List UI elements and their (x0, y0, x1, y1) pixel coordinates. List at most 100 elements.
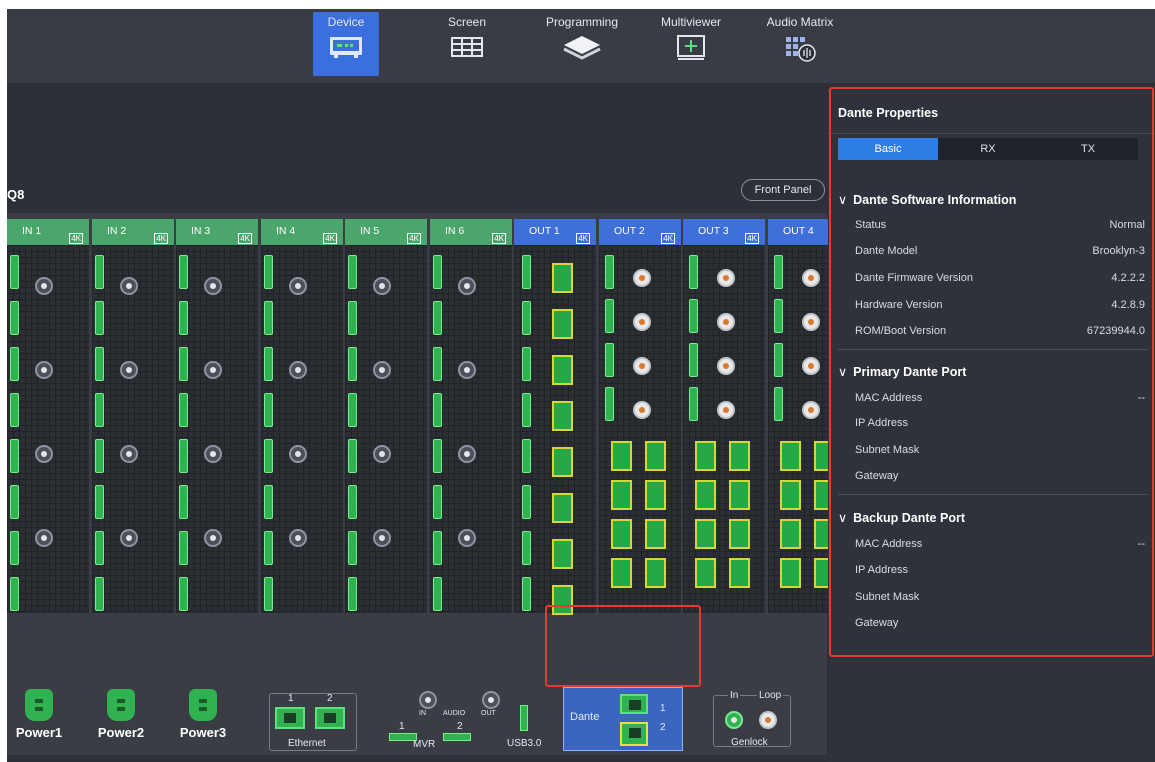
dante-module[interactable]: Dante 1 2 (563, 687, 683, 751)
hdmi-output-port[interactable] (729, 519, 750, 549)
hdmi-output-port[interactable] (552, 355, 573, 385)
card-header[interactable]: IN 1 4K (7, 219, 89, 245)
ethernet-port-1[interactable] (275, 707, 305, 729)
card-header[interactable]: IN 4 4K (261, 219, 343, 245)
card-header[interactable]: OUT 3 4K (683, 219, 765, 245)
hdmi-output-port[interactable] (645, 441, 666, 471)
hdmi-input-port[interactable] (179, 301, 188, 335)
hdmi-output-port[interactable] (729, 558, 750, 588)
hdmi-input-port[interactable] (10, 301, 19, 335)
hdmi-input-port[interactable] (10, 531, 19, 565)
hdmi-output-port[interactable] (522, 347, 531, 381)
hdmi-output-port[interactable] (695, 558, 716, 588)
hdmi-output-port[interactable] (605, 255, 614, 289)
hdmi-output-port[interactable] (645, 480, 666, 510)
hdmi-output-port[interactable] (522, 255, 531, 289)
hdmi-input-port[interactable] (348, 393, 357, 427)
ethernet-port-2[interactable] (315, 707, 345, 729)
hdmi-output-port[interactable] (780, 558, 801, 588)
hdmi-output-port[interactable] (774, 387, 783, 421)
sdi-input-port[interactable] (373, 529, 391, 547)
dante-port-2[interactable] (620, 722, 648, 746)
hdmi-input-port[interactable] (179, 347, 188, 381)
hdmi-output-port[interactable] (552, 493, 573, 523)
audio-out-port[interactable] (482, 691, 500, 709)
hdmi-input-port[interactable] (264, 577, 273, 611)
sdi-output-port[interactable] (717, 357, 735, 375)
hdmi-input-port[interactable] (179, 393, 188, 427)
hdmi-input-port[interactable] (179, 485, 188, 519)
hdmi-input-port[interactable] (264, 255, 273, 289)
hdmi-input-port[interactable] (95, 393, 104, 427)
hdmi-input-port[interactable] (264, 531, 273, 565)
hdmi-input-port[interactable] (10, 347, 19, 381)
sdi-input-port[interactable] (458, 445, 476, 463)
sdi-output-port[interactable] (802, 269, 820, 287)
hdmi-output-port[interactable] (780, 441, 801, 471)
hdmi-input-port[interactable] (348, 347, 357, 381)
hdmi-input-port[interactable] (179, 577, 188, 611)
sdi-input-port[interactable] (35, 445, 53, 463)
hdmi-output-port[interactable] (729, 441, 750, 471)
sdi-input-port[interactable] (120, 277, 138, 295)
sdi-input-port[interactable] (35, 529, 53, 547)
input-card-4[interactable]: IN 4 4K (261, 219, 343, 613)
output-card-2[interactable]: OUT 2 4K (599, 219, 681, 613)
card-header[interactable]: IN 2 4K (92, 219, 174, 245)
sdi-output-port[interactable] (633, 357, 651, 375)
hdmi-input-port[interactable] (95, 577, 104, 611)
sdi-input-port[interactable] (458, 277, 476, 295)
sdi-input-port[interactable] (204, 361, 222, 379)
hdmi-output-port[interactable] (522, 393, 531, 427)
hdmi-output-port[interactable] (611, 558, 632, 588)
hdmi-input-port[interactable] (264, 301, 273, 335)
hdmi-output-port[interactable] (780, 480, 801, 510)
hdmi-input-port[interactable] (348, 301, 357, 335)
sdi-input-port[interactable] (289, 277, 307, 295)
hdmi-output-port[interactable] (552, 309, 573, 339)
hdmi-output-port[interactable] (611, 519, 632, 549)
tab-device[interactable]: Device (313, 12, 379, 76)
sdi-input-port[interactable] (289, 445, 307, 463)
sdi-output-port[interactable] (717, 269, 735, 287)
hdmi-output-port[interactable] (645, 558, 666, 588)
genlock-in-port[interactable] (725, 711, 743, 729)
sdi-output-port[interactable] (717, 401, 735, 419)
hdmi-output-port[interactable] (695, 441, 716, 471)
sdi-input-port[interactable] (120, 445, 138, 463)
hdmi-input-port[interactable] (264, 347, 273, 381)
sdi-output-port[interactable] (802, 357, 820, 375)
card-header[interactable]: IN 3 4K (176, 219, 258, 245)
hdmi-input-port[interactable] (10, 255, 19, 289)
hdmi-input-port[interactable] (348, 439, 357, 473)
hdmi-output-port[interactable] (552, 401, 573, 431)
hdmi-input-port[interactable] (348, 577, 357, 611)
card-header[interactable]: OUT 2 4K (599, 219, 681, 245)
sdi-input-port[interactable] (35, 361, 53, 379)
hdmi-input-port[interactable] (10, 485, 19, 519)
sdi-input-port[interactable] (373, 445, 391, 463)
usb-port[interactable] (520, 705, 528, 731)
sdi-output-port[interactable] (633, 313, 651, 331)
hdmi-input-port[interactable] (179, 255, 188, 289)
hdmi-output-port[interactable] (605, 387, 614, 421)
sdi-output-port[interactable] (717, 313, 735, 331)
sdi-input-port[interactable] (204, 445, 222, 463)
card-header[interactable]: OUT 1 4K (514, 219, 596, 245)
dante-port-1[interactable] (620, 694, 648, 714)
hdmi-input-port[interactable] (10, 577, 19, 611)
input-card-1[interactable]: IN 1 4K (7, 219, 89, 613)
hdmi-input-port[interactable] (433, 393, 442, 427)
hdmi-input-port[interactable] (433, 577, 442, 611)
hdmi-input-port[interactable] (433, 485, 442, 519)
hdmi-output-port[interactable] (689, 299, 698, 333)
input-card-6[interactable]: IN 6 4K (430, 219, 512, 613)
sdi-output-port[interactable] (633, 269, 651, 287)
hdmi-output-port[interactable] (780, 519, 801, 549)
hdmi-output-port[interactable] (695, 480, 716, 510)
genlock-loop-port[interactable] (759, 711, 777, 729)
hdmi-output-port[interactable] (689, 343, 698, 377)
input-card-5[interactable]: IN 5 4K (345, 219, 427, 613)
sdi-output-port[interactable] (802, 313, 820, 331)
hdmi-input-port[interactable] (348, 485, 357, 519)
